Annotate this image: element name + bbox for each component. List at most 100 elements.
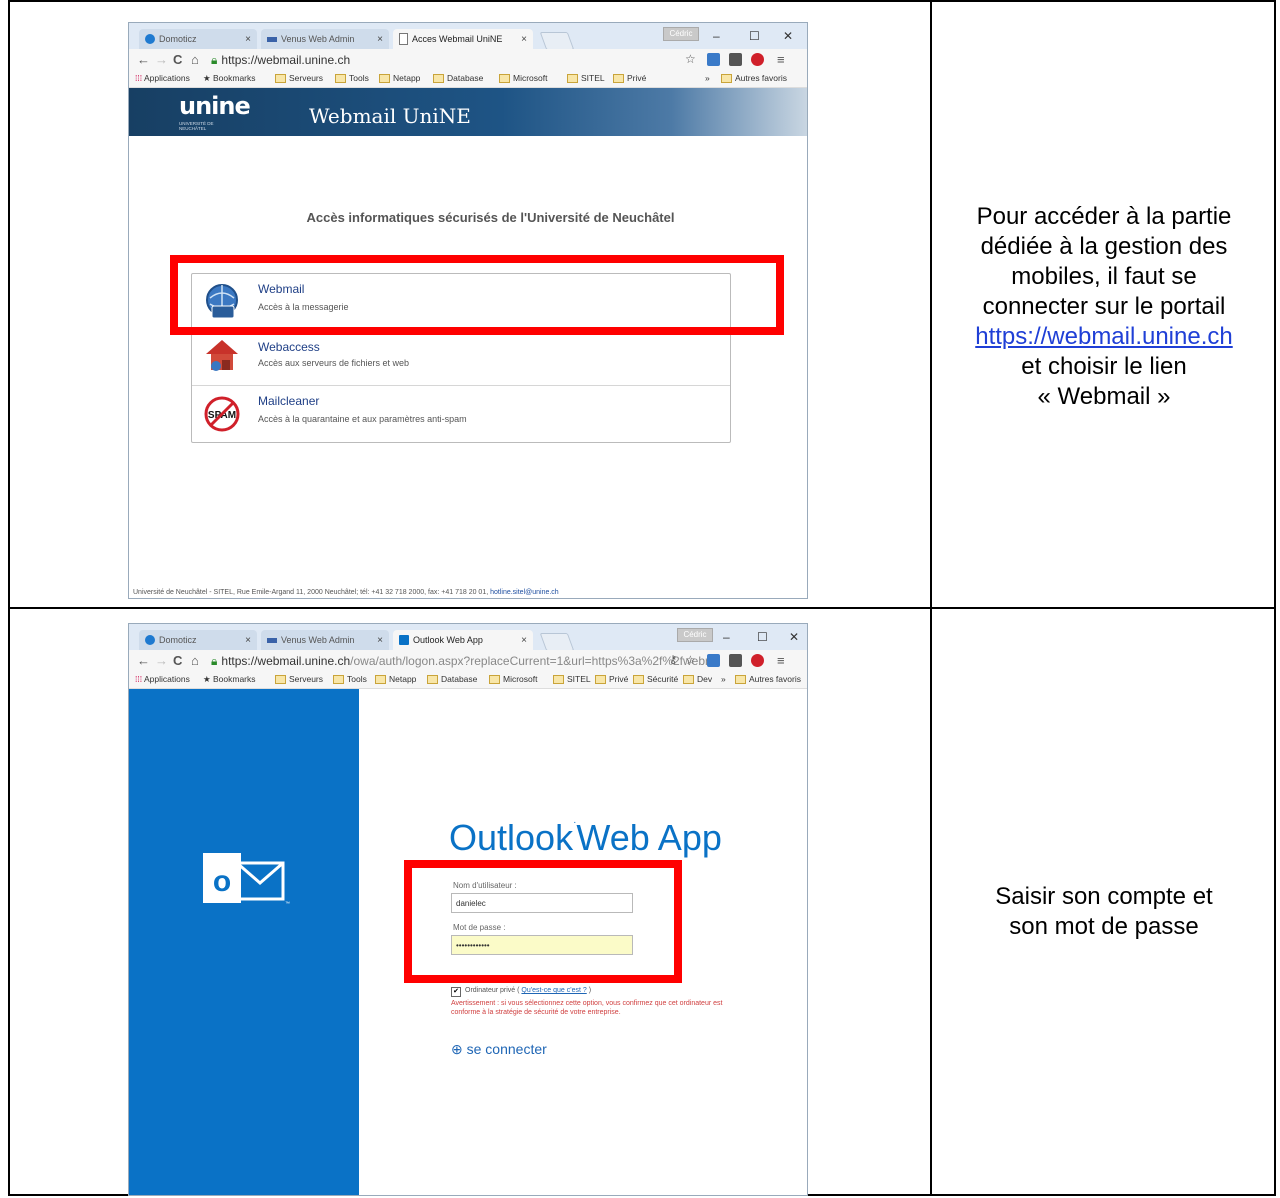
private-label-text: Ordinateur privé ( bbox=[465, 987, 520, 994]
link-webaccess[interactable]: Webaccess Accès aux serveurs de fichiers… bbox=[192, 330, 730, 385]
bookmark-serveurs[interactable]: Serveurs bbox=[275, 674, 323, 685]
extension-icon[interactable] bbox=[729, 53, 742, 66]
address-bar: ← → C ⌂ 🔒︎ https://webmail.unine.ch/owa/a… bbox=[129, 650, 807, 672]
key-icon[interactable]: ⚷ bbox=[669, 653, 677, 666]
url-field[interactable]: 🔒︎ https://webmail.unine.ch bbox=[211, 53, 350, 68]
bookmark-applications[interactable]: ⁞⁞⁞ Applications bbox=[135, 73, 190, 83]
footer-email-link[interactable]: hotline.sitel@unine.ch bbox=[490, 589, 559, 596]
close-window-icon[interactable]: ✕ bbox=[789, 630, 799, 644]
new-tab-button[interactable] bbox=[539, 32, 575, 50]
bookmark-securite[interactable]: Sécurité bbox=[633, 674, 678, 685]
close-window-icon[interactable]: ✕ bbox=[783, 29, 793, 43]
whats-this-link[interactable]: Qu'est-ce que c'est ? bbox=[521, 987, 586, 994]
folder-icon bbox=[595, 675, 606, 685]
link-mailcleaner[interactable]: SPAM Mailcleaner Accès à la quarantaine … bbox=[192, 386, 730, 441]
reload-icon[interactable]: C bbox=[173, 52, 182, 67]
user-badge[interactable]: Cédric bbox=[677, 628, 713, 642]
extension-icon[interactable] bbox=[707, 654, 720, 667]
bookmark-tools[interactable]: Tools bbox=[333, 674, 367, 685]
tab-domoticz[interactable]: Domoticz × bbox=[139, 630, 257, 650]
close-icon[interactable]: × bbox=[245, 34, 251, 45]
folder-icon bbox=[721, 74, 732, 84]
extension-icon[interactable] bbox=[729, 654, 742, 667]
bookmark-tools[interactable]: Tools bbox=[335, 73, 369, 84]
bookmark-database[interactable]: Database bbox=[433, 73, 483, 84]
folder-icon bbox=[735, 675, 746, 685]
folder-icon bbox=[375, 675, 386, 685]
link-description: Accès à la quarantaine et aux paramètres… bbox=[258, 414, 467, 424]
bookmark-dev[interactable]: Dev bbox=[683, 674, 712, 685]
user-badge[interactable]: Cédric bbox=[663, 27, 699, 41]
bookmark-microsoft[interactable]: Microsoft bbox=[499, 73, 547, 84]
close-icon[interactable]: × bbox=[245, 635, 251, 646]
caption-line: Pour accéder à la partie bbox=[976, 203, 1232, 230]
sign-in-button[interactable]: ⊕ se connecter bbox=[451, 1041, 547, 1058]
tab-venus-web-admin[interactable]: Venus Web Admin × bbox=[261, 630, 389, 650]
folder-icon bbox=[427, 675, 438, 685]
folder-icon bbox=[379, 74, 390, 84]
tab-venus-web-admin[interactable]: Venus Web Admin × bbox=[261, 29, 389, 49]
bookmark-label: SITEL bbox=[581, 73, 605, 83]
bookmark-database[interactable]: Database bbox=[427, 674, 478, 685]
tab-outlook-web-app[interactable]: Outlook Web App × bbox=[393, 630, 533, 650]
close-icon[interactable]: × bbox=[521, 635, 527, 646]
back-icon[interactable]: ← bbox=[137, 52, 150, 67]
url-text: https://webmail.unine.ch bbox=[221, 53, 351, 67]
bookmark-bookmarks[interactable]: ★ Bookmarks bbox=[203, 73, 256, 84]
forward-icon[interactable]: → bbox=[155, 52, 168, 67]
bookmarks-overflow-icon[interactable]: » bbox=[721, 674, 726, 684]
new-tab-button[interactable] bbox=[539, 633, 575, 651]
bookmark-label: Netapp bbox=[389, 674, 417, 684]
page-footer: Université de Neuchâtel - SITEL, Rue Emi… bbox=[129, 589, 807, 596]
close-icon[interactable]: × bbox=[521, 34, 527, 45]
venus-icon bbox=[267, 637, 277, 643]
bookmark-prive[interactable]: Privé bbox=[595, 674, 628, 685]
extension-icon[interactable] bbox=[707, 53, 720, 66]
adblock-icon[interactable] bbox=[751, 654, 764, 667]
bookmark-prive[interactable]: Privé bbox=[613, 73, 646, 84]
forward-icon[interactable]: → bbox=[155, 653, 168, 668]
star-icon[interactable]: ☆ bbox=[685, 653, 696, 667]
outlook-logo-icon: o ™ bbox=[203, 853, 290, 907]
tab-label: Venus Web Admin bbox=[281, 635, 355, 645]
bookmark-applications[interactable]: ⁞⁞⁞ Applications bbox=[135, 674, 190, 684]
maximize-icon[interactable]: ☐ bbox=[749, 29, 760, 43]
url-field[interactable]: 🔒︎ https://webmail.unine.ch/owa/auth/logo… bbox=[211, 654, 709, 669]
bookmark-microsoft[interactable]: Microsoft bbox=[489, 674, 537, 685]
portal-link[interactable]: https://webmail.unine.ch bbox=[975, 323, 1232, 350]
bookmark-label: Database bbox=[441, 674, 478, 684]
private-computer-checkbox[interactable]: ✔ bbox=[451, 987, 461, 997]
bookmark-bookmarks[interactable]: ★ Bookmarks bbox=[203, 674, 256, 685]
bookmark-autres-favoris[interactable]: Autres favoris bbox=[721, 73, 787, 84]
link-title: Webaccess bbox=[258, 340, 320, 354]
menu-icon[interactable]: ≡ bbox=[777, 52, 785, 67]
title-bar: Domoticz × Venus Web Admin × Acces Webma… bbox=[129, 23, 807, 50]
bookmarks-overflow-icon[interactable]: » bbox=[705, 73, 710, 83]
bookmark-sitel[interactable]: SITEL bbox=[567, 73, 605, 84]
reload-icon[interactable]: C bbox=[173, 653, 182, 668]
folder-icon bbox=[499, 74, 510, 84]
folder-icon bbox=[633, 675, 644, 685]
folder-icon bbox=[333, 675, 344, 685]
star-icon[interactable]: ☆ bbox=[685, 52, 696, 66]
menu-icon[interactable]: ≡ bbox=[777, 653, 785, 668]
folder-icon bbox=[433, 74, 444, 84]
close-icon[interactable]: × bbox=[377, 635, 383, 646]
tab-domoticz[interactable]: Domoticz × bbox=[139, 29, 257, 49]
close-icon[interactable]: × bbox=[377, 34, 383, 45]
tab-acces-webmail[interactable]: Acces Webmail UniNE × bbox=[393, 29, 533, 49]
minimize-icon[interactable]: – bbox=[713, 29, 720, 43]
minimize-icon[interactable]: – bbox=[723, 630, 730, 644]
maximize-icon[interactable]: ☐ bbox=[757, 630, 768, 644]
home-icon[interactable]: ⌂ bbox=[191, 653, 199, 668]
folder-icon bbox=[335, 74, 346, 84]
bookmark-netapp[interactable]: Netapp bbox=[375, 674, 417, 685]
bookmark-autres-favoris[interactable]: Autres favoris bbox=[735, 674, 801, 685]
bookmark-sitel[interactable]: SITEL bbox=[553, 674, 591, 685]
bookmark-netapp[interactable]: Netapp bbox=[379, 73, 420, 84]
adblock-icon[interactable] bbox=[751, 53, 764, 66]
home-icon[interactable]: ⌂ bbox=[191, 52, 199, 67]
bookmark-serveurs[interactable]: Serveurs bbox=[275, 73, 323, 84]
back-icon[interactable]: ← bbox=[137, 653, 150, 668]
folder-icon bbox=[683, 675, 694, 685]
